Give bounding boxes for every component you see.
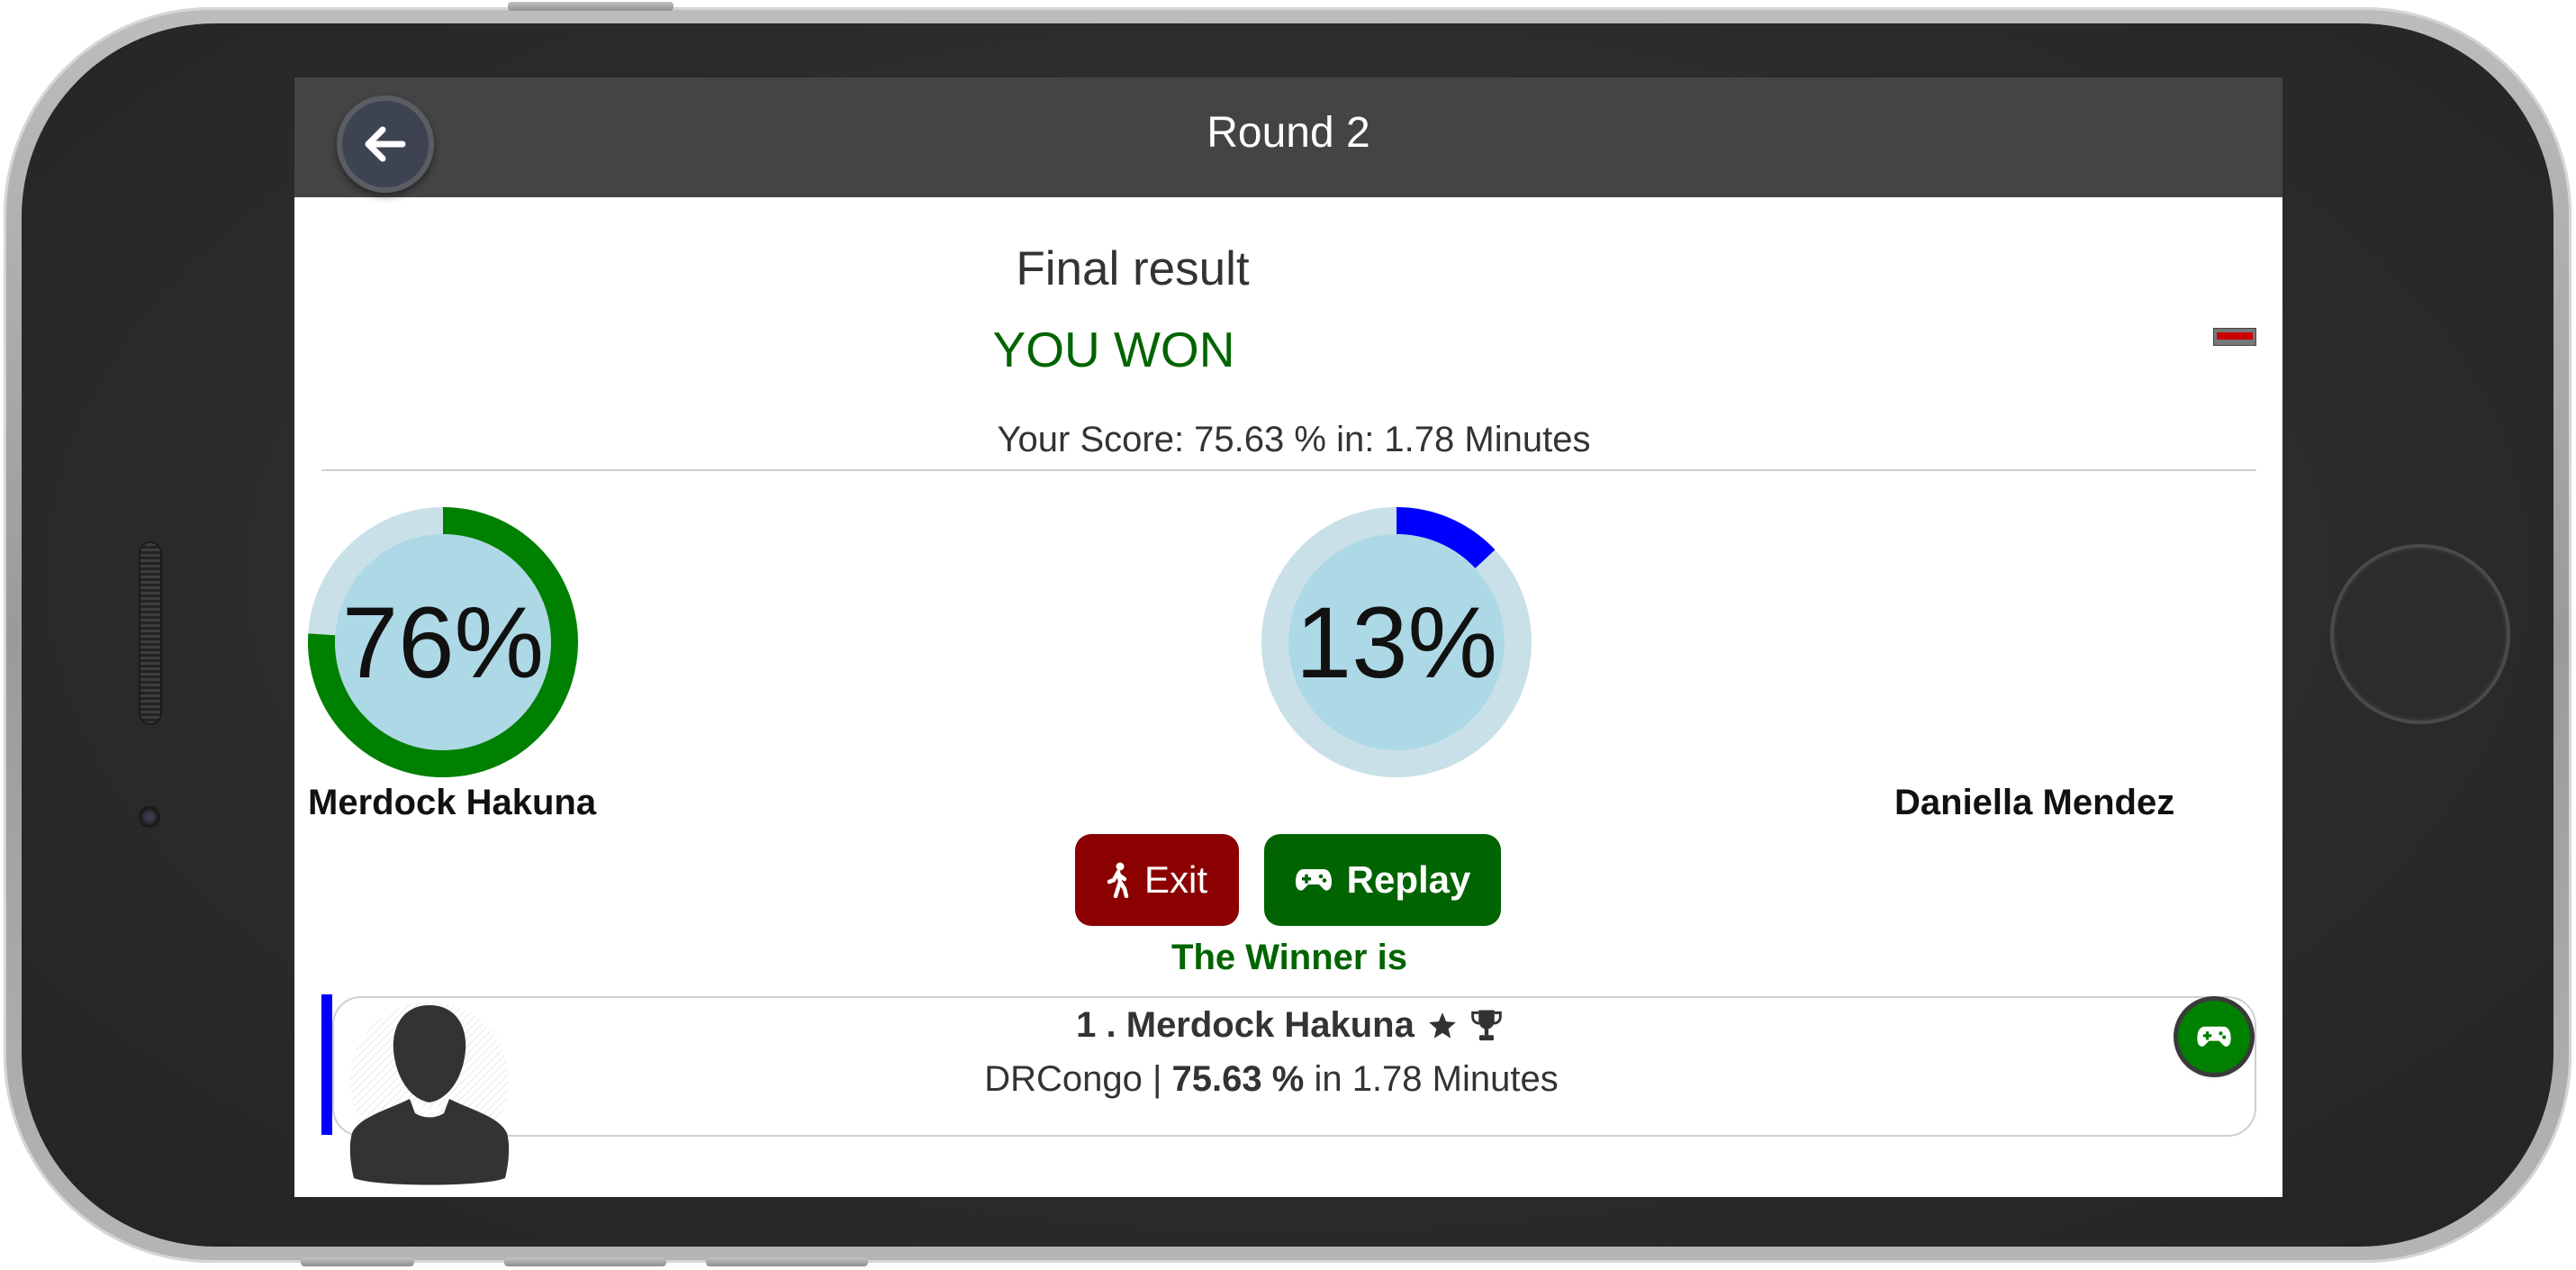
player-1-name: Merdock Hakuna: [308, 783, 597, 822]
player-2-percent: 13%: [1295, 585, 1498, 699]
exit-button[interactable]: Exit: [1075, 834, 1239, 926]
winner-rank-name: 1 . Merdock Hakuna: [1076, 1005, 1415, 1045]
winner-details: DRCongo | 75.63 % in 1.78 Minutes: [294, 1059, 2248, 1100]
winner-name-line: 1 . Merdock Hakuna: [294, 1005, 2282, 1046]
winner-country: DRCongo: [984, 1059, 1143, 1099]
phone-bottom-button-3: [706, 1257, 868, 1266]
header-title: Round 2: [1207, 109, 1370, 157]
trophy-icon: [1471, 1009, 1502, 1040]
exit-label: Exit: [1143, 858, 1207, 901]
phone-speaker: [140, 543, 160, 723]
player-1-percent: 76%: [341, 585, 545, 699]
home-button[interactable]: [2334, 548, 2507, 721]
app-screen: Round 2 Final result YOU WON Your Score:…: [294, 77, 2282, 1197]
gamepad-icon: [2197, 1026, 2231, 1047]
result-title: Final result: [1016, 242, 1250, 295]
player-1-progress-ring: 76%: [308, 507, 578, 777]
phone-top-button: [508, 2, 673, 11]
winner-score: 75.63 %: [1171, 1059, 1305, 1099]
app-header: Round 2: [294, 77, 2282, 197]
player-2-progress-ring: 13%: [1261, 507, 1532, 777]
winner-time: in 1.78 Minutes: [1304, 1059, 1559, 1099]
score-summary: Your Score: 75.63 % in: 1.78 Minutes: [997, 420, 1591, 459]
phone-bottom-button-1: [301, 1257, 414, 1266]
replay-label: Replay: [1346, 858, 1471, 901]
front-camera: [140, 808, 158, 826]
winner-heading: The Winner is: [1171, 938, 1407, 977]
player-2-name: Daniella Mendez: [1894, 783, 2175, 822]
detail-separator: |: [1142, 1059, 1172, 1099]
phone-bottom-button-2: [504, 1257, 666, 1266]
card-play-button[interactable]: [2178, 1001, 2250, 1073]
walking-person-icon: [1107, 862, 1129, 898]
gamepad-icon: [1295, 869, 1332, 891]
star-icon: [1428, 1011, 1456, 1039]
result-outcome: YOU WON: [992, 322, 1235, 377]
flag-icon: [2213, 328, 2256, 346]
divider: [321, 469, 2256, 471]
replay-button[interactable]: Replay: [1264, 834, 1501, 926]
